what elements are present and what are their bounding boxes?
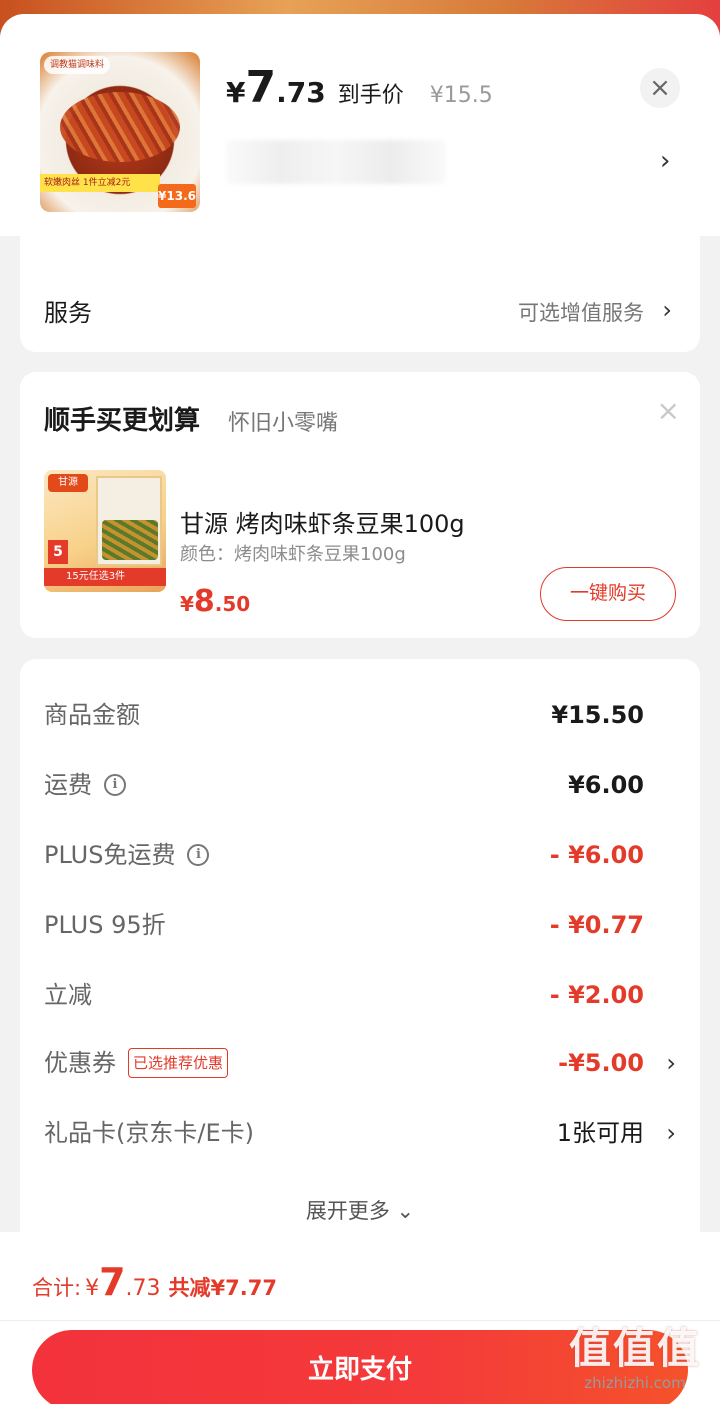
price-decimal: .50 [214,592,251,616]
summary-row: 运费 i ¥6.00 [44,765,676,805]
price-summary-card: 商品金额 ¥15.50 运费 i ¥6.00 PLUS免运费 i - ¥6.00… [20,659,700,1299]
bundle-product-name[interactable]: 甘源 烤肉味虾条豆果100g [180,504,465,539]
checkout-footer: 合计: ¥ 7 .73 共减¥7.77 立即支付 值值值 zhizhizhi.c… [0,1232,720,1404]
bundle-title: 顺手买更划算 [44,406,201,436]
summary-label: 优惠券 [44,1049,116,1077]
expand-more-button[interactable]: 展开更多 ⌄ [20,1195,700,1225]
summary-row: PLUS免运费 i - ¥6.00 [44,835,676,875]
summary-label: 礼品卡(京东卡/E卡) [44,1119,254,1147]
site-watermark: 值值值 zhizhizhi.com [560,1324,710,1392]
summary-value: 1张可用 [556,1119,644,1147]
summary-label: 运费 [44,771,92,799]
product-header: 调教猫调味料 软嫩肉丝 1件立减2元 ¥13.6 ¥ 7 .73 到手价 ¥15… [0,14,720,236]
bundle-product-color: 颜色：烤肉味虾条豆果100g [180,544,406,565]
thumb-band: 15元任选3件 [44,568,166,586]
price-label: 到手价 [337,83,404,108]
thumb-price: ¥13.6 [158,184,196,208]
summary-label: 商品金额 [44,701,140,729]
summary-value: - ¥0.77 [549,911,644,939]
food-image [102,520,158,560]
close-icon[interactable]: × [657,394,680,427]
service-value: 可选增值服务 [518,301,644,325]
summary-label: 立减 [44,981,92,1009]
bundle-subtitle: 怀旧小零嘴 [228,411,339,436]
thumb-brand: 调教猫调味料 [44,56,111,74]
close-icon[interactable]: × [640,68,680,108]
summary-value: - ¥2.00 [549,981,644,1009]
thumb-logo: 甘源 [48,474,88,492]
chevron-right-icon: › [666,1049,676,1077]
thumb-number: 5 [48,540,68,564]
watermark-logo: 值值值 [568,1324,701,1373]
bundle-product-thumbnail[interactable]: 甘源 5 15元任选3件 [44,470,166,592]
chevron-right-icon[interactable]: › [660,146,670,176]
summary-value: -¥5.00 [558,1049,644,1077]
summary-value: ¥6.00 [568,771,644,799]
service-card[interactable]: 服务 可选增值服务 › [20,236,700,352]
product-thumbnail[interactable]: 调教猫调味料 软嫩肉丝 1件立减2元 ¥13.6 [40,52,200,212]
summary-value: - ¥6.00 [549,841,644,869]
bundle-card: 顺手买更划算 怀旧小零嘴 × 甘源 5 15元任选3件 甘源 烤肉味虾条豆果10… [20,372,700,638]
summary-row: 立减 - ¥2.00 [44,975,676,1015]
total-saved: 共减¥7.77 [168,1276,277,1300]
total-row: 合计: ¥ 7 .73 共减¥7.77 [32,1260,277,1304]
chevron-right-icon: › [666,1119,676,1147]
summary-label: PLUS 95折 [44,911,166,939]
info-icon[interactable]: i [187,844,210,866]
total-label: 合计: [32,1276,82,1300]
price-integer: 8 [193,584,215,619]
watermark-url: zhizhizhi.com [584,1374,686,1392]
price-integer: 7 [245,62,277,113]
chevron-right-icon: › [662,296,672,324]
order-sheet: 调教猫调味料 软嫩肉丝 1件立减2元 ¥13.6 ¥ 7 .73 到手价 ¥15… [0,14,720,1404]
price-decimal: .73 [276,76,326,109]
original-price: ¥15.5 [429,83,493,108]
price-symbol: ¥ [180,592,194,616]
coupon-row[interactable]: 优惠券 已选推荐优惠 -¥5.00 › [44,1043,676,1083]
summary-label: PLUS免运费 [44,841,176,869]
food-image [60,92,180,162]
thumb-promo: 软嫩肉丝 1件立减2元 [40,174,160,192]
spec-selector[interactable] [226,140,446,184]
divider [0,1320,720,1321]
info-icon[interactable]: i [104,774,126,796]
bundle-price: ¥ 8 .50 [180,584,250,619]
summary-value: ¥15.50 [551,701,644,729]
total-decimal: .73 [125,1276,161,1301]
summary-label-wrap: 优惠券 已选推荐优惠 [44,1047,229,1079]
summary-label-wrap: 运费 i [44,769,126,801]
service-label: 服务 [44,299,92,327]
final-price: ¥ 7 .73 到手价 ¥15.5 [226,66,493,110]
total-integer: 7 [99,1260,126,1304]
gift-card-row[interactable]: 礼品卡(京东卡/E卡) 1张可用 › [44,1113,676,1153]
one-click-buy-button[interactable]: 一键购买 [540,567,676,621]
summary-row: PLUS 95折 - ¥0.77 [44,905,676,945]
total-symbol: ¥ [85,1276,100,1301]
price-symbol: ¥ [226,76,246,109]
coupon-badge: 已选推荐优惠 [128,1048,229,1078]
summary-row: 商品金额 ¥15.50 [44,695,676,735]
summary-label-wrap: PLUS免运费 i [44,839,210,871]
